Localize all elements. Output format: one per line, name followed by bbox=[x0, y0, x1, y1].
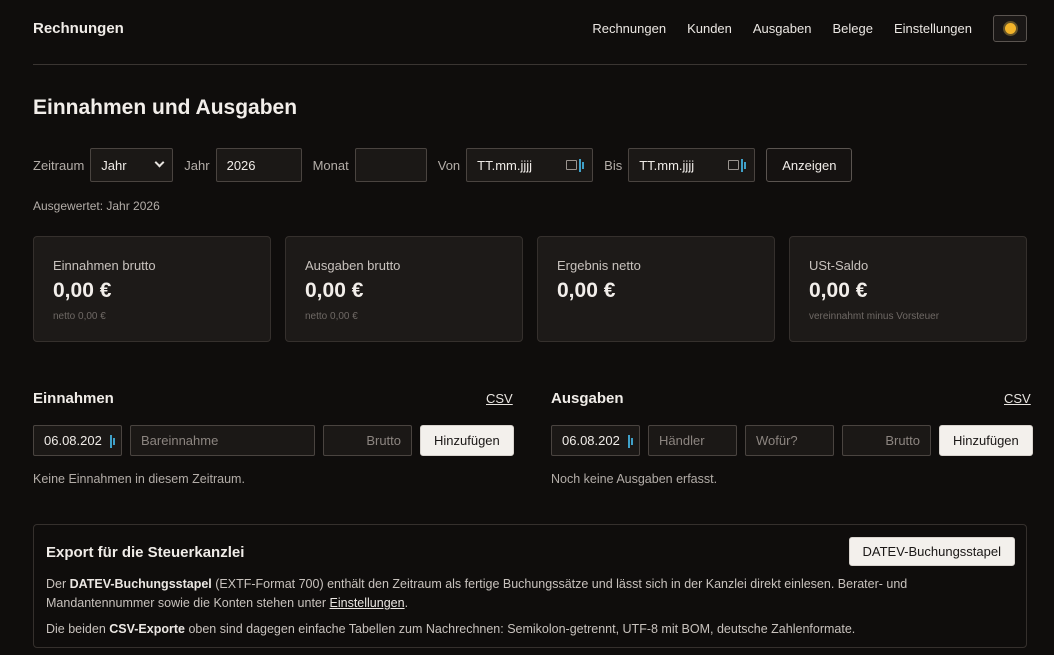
nav-einstellungen[interactable]: Einstellungen bbox=[894, 21, 972, 36]
text: Der bbox=[46, 577, 70, 591]
ausgaben-date-input[interactable]: 06.08.202 bbox=[551, 425, 640, 456]
einnahmen-add-button[interactable]: Hinzufügen bbox=[420, 425, 514, 456]
einnahmen-brutto-input[interactable]: Brutto bbox=[323, 425, 412, 456]
zeitraum-select[interactable]: Jahr bbox=[90, 148, 174, 182]
einnahmen-form: 06.08.202 Bareinnahme Brutto Hinzufügen bbox=[33, 425, 514, 456]
card-value: 0,00 € bbox=[557, 279, 616, 302]
einstellungen-link[interactable]: Einstellungen bbox=[330, 596, 405, 610]
haendler-input[interactable]: Händler bbox=[648, 425, 737, 456]
jahr-value: 2026 bbox=[226, 157, 256, 173]
anzeigen-button[interactable]: Anzeigen bbox=[766, 148, 853, 182]
bareinnahme-input[interactable]: Bareinnahme bbox=[130, 425, 315, 456]
card-ausgaben-brutto: Ausgaben brutto 0,00 € netto 0,00 € bbox=[285, 236, 523, 342]
card-sub: vereinnahmt minus Vorsteuer bbox=[809, 311, 940, 322]
haendler-placeholder: Händler bbox=[659, 433, 705, 448]
sun-icon bbox=[1004, 23, 1016, 34]
ausgaben-date-value: 06.08.202 bbox=[562, 433, 620, 448]
einnahmen-date-value: 06.08.202 bbox=[44, 433, 102, 448]
nav-ausgaben[interactable]: Ausgaben bbox=[753, 21, 812, 36]
datev-term: DATEV-Buchungsstapel bbox=[69, 577, 212, 591]
calendar-icon[interactable] bbox=[628, 435, 636, 448]
card-sub: netto 0,00 € bbox=[53, 311, 106, 322]
ausgaben-title: Ausgaben bbox=[551, 390, 624, 407]
von-date-input[interactable]: TT.mm.jjjj bbox=[466, 148, 594, 182]
brutto-placeholder: Brutto bbox=[885, 433, 920, 448]
ausgaben-csv-link[interactable]: CSV bbox=[1004, 391, 1031, 406]
von-placeholder: TT.mm.jjjj bbox=[477, 157, 533, 173]
csv-description: Die beiden CSV-Exporte oben sind dagegen… bbox=[46, 620, 1016, 639]
zeitraum-label: Zeitraum bbox=[33, 157, 85, 173]
card-label: Einnahmen brutto bbox=[53, 258, 156, 273]
period-filter: Zeitraum Jahr Jahr 2026 Monat Von TT.mm.… bbox=[33, 148, 853, 182]
card-value: 0,00 € bbox=[809, 279, 868, 302]
bareinnahme-placeholder: Bareinnahme bbox=[141, 433, 219, 448]
brutto-placeholder: Brutto bbox=[366, 433, 401, 448]
ausgaben-brutto-input[interactable]: Brutto bbox=[842, 425, 931, 456]
chevron-down-icon bbox=[154, 157, 165, 168]
calendar-icon[interactable] bbox=[566, 159, 585, 172]
export-description: Der DATEV-Buchungsstapel (EXTF-Format 70… bbox=[46, 575, 1016, 613]
einnahmen-empty-message: Keine Einnahmen in diesem Zeitraum. bbox=[33, 472, 245, 486]
summary-cards: Einnahmen brutto 0,00 € netto 0,00 € Aus… bbox=[33, 236, 1027, 342]
monat-label: Monat bbox=[312, 157, 349, 173]
card-ergebnis-netto: Ergebnis netto 0,00 € bbox=[537, 236, 775, 342]
card-sub: netto 0,00 € bbox=[305, 311, 358, 322]
card-ust-saldo: USt-Saldo 0,00 € vereinnahmt minus Vorst… bbox=[789, 236, 1027, 342]
nav-kunden[interactable]: Kunden bbox=[687, 21, 732, 36]
calendar-icon[interactable] bbox=[728, 159, 747, 172]
nav-belege[interactable]: Belege bbox=[832, 21, 872, 36]
card-value: 0,00 € bbox=[53, 279, 112, 302]
ausgaben-form: 06.08.202 Händler Wofür? Brutto Hinzufüg… bbox=[551, 425, 1033, 456]
zeitraum-value: Jahr bbox=[101, 157, 127, 173]
card-label: USt-Saldo bbox=[809, 258, 869, 273]
nav-rechnungen[interactable]: Rechnungen bbox=[592, 21, 666, 36]
card-einnahmen-brutto: Einnahmen brutto 0,00 € netto 0,00 € bbox=[33, 236, 271, 342]
datev-export-button[interactable]: DATEV-Buchungsstapel bbox=[848, 537, 1015, 566]
calendar-icon[interactable] bbox=[110, 435, 118, 448]
text: oben sind dagegen einfache Tabellen zum … bbox=[184, 622, 856, 636]
export-title: Export für die Steuerkanzlei bbox=[46, 544, 245, 561]
einnahmen-date-input[interactable]: 06.08.202 bbox=[33, 425, 122, 456]
jahr-label: Jahr bbox=[184, 157, 210, 173]
csv-term: CSV-Exporte bbox=[109, 622, 185, 636]
theme-toggle-button[interactable] bbox=[993, 15, 1027, 42]
ausgaben-empty-message: Noch keine Ausgaben erfasst. bbox=[551, 472, 718, 486]
bis-date-input[interactable]: TT.mm.jjjj bbox=[628, 148, 756, 182]
card-label: Ergebnis netto bbox=[557, 258, 641, 273]
wofuer-input[interactable]: Wofür? bbox=[745, 425, 834, 456]
card-label: Ausgaben brutto bbox=[305, 258, 401, 273]
text: Die beiden bbox=[46, 622, 110, 636]
monat-input[interactable] bbox=[354, 148, 427, 182]
top-bar: Rechnungen Rechnungen Kunden Ausgaben Be… bbox=[33, 0, 1027, 65]
bis-placeholder: TT.mm.jjjj bbox=[639, 157, 695, 173]
main-nav: Rechnungen Kunden Ausgaben Belege Einste… bbox=[571, 15, 1027, 42]
jahr-input[interactable]: 2026 bbox=[215, 148, 302, 182]
wofuer-placeholder: Wofür? bbox=[756, 433, 798, 448]
app-brand[interactable]: Rechnungen bbox=[33, 20, 124, 37]
evaluated-period: Ausgewertet: Jahr 2026 bbox=[33, 199, 160, 213]
export-panel: Export für die Steuerkanzlei DATEV-Buchu… bbox=[33, 524, 1027, 648]
einnahmen-title: Einnahmen bbox=[33, 390, 114, 407]
einnahmen-csv-link[interactable]: CSV bbox=[486, 391, 513, 406]
von-label: Von bbox=[437, 157, 461, 173]
bis-label: Bis bbox=[604, 157, 623, 173]
card-value: 0,00 € bbox=[305, 279, 364, 302]
page-title: Einnahmen und Ausgaben bbox=[33, 96, 298, 119]
ausgaben-add-button[interactable]: Hinzufügen bbox=[939, 425, 1033, 456]
text: . bbox=[404, 596, 409, 610]
